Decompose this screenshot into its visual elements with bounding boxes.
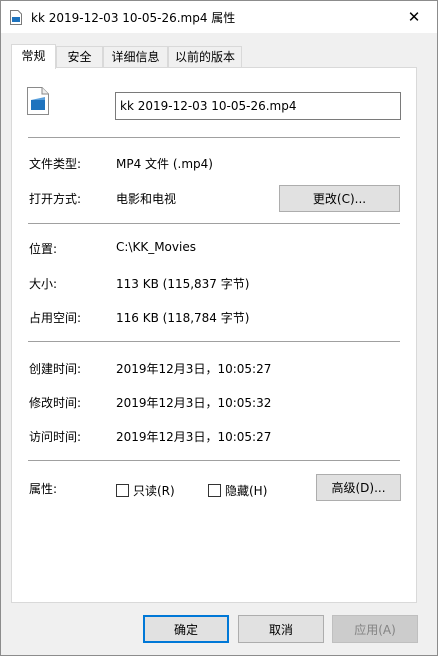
location-label: 位置: [29, 242, 58, 256]
opens-with-label: 打开方式: [29, 192, 82, 206]
divider [28, 137, 400, 138]
window-title: kk 2019-12-03 10-05-26.mp4 属性 [31, 11, 236, 25]
size-value: 113 KB (115,837 字节) [116, 277, 250, 291]
modified-value: 2019年12月3日，10:05:32 [116, 396, 272, 410]
size-on-disk-value: 116 KB (118,784 字节) [116, 311, 250, 325]
created-label: 创建时间: [29, 362, 82, 376]
hidden-label: 隐藏(H) [225, 484, 268, 498]
divider [28, 341, 400, 342]
tab-details[interactable]: 详细信息 [103, 46, 168, 67]
apply-button[interactable]: 应用(A) [332, 615, 418, 643]
modified-label: 修改时间: [29, 396, 82, 410]
size-on-disk-label: 占用空间: [29, 311, 82, 325]
cancel-button[interactable]: 取消 [238, 615, 324, 643]
hidden-checkbox[interactable]: 隐藏(H) [208, 482, 267, 499]
video-file-icon [27, 87, 49, 115]
accessed-value: 2019年12月3日，10:05:27 [116, 430, 272, 444]
tab-previous-versions[interactable]: 以前的版本 [168, 46, 242, 67]
accessed-label: 访问时间: [29, 430, 82, 444]
checkbox-box[interactable] [116, 484, 129, 497]
advanced-button[interactable]: 高级(D)... [316, 474, 401, 501]
tab-security[interactable]: 安全 [56, 46, 103, 67]
close-button[interactable]: ✕ [391, 1, 437, 33]
created-value: 2019年12月3日，10:05:27 [116, 362, 272, 376]
file-name-input[interactable] [115, 92, 401, 120]
size-label: 大小: [29, 277, 58, 291]
title-bar[interactable]: kk 2019-12-03 10-05-26.mp4 属性 ✕ [1, 1, 437, 33]
file-type-value: MP4 文件 (.mp4) [116, 157, 213, 171]
readonly-label: 只读(R) [133, 484, 175, 498]
divider [28, 223, 400, 224]
file-type-label: 文件类型: [29, 157, 82, 171]
tab-general[interactable]: 常规 [11, 44, 56, 69]
location-value: C:\KK_Movies [116, 240, 196, 254]
opens-with-value: 电影和电视 [116, 192, 177, 206]
general-panel [11, 67, 417, 603]
checkbox-box[interactable] [208, 484, 221, 497]
attributes-label: 属性: [29, 482, 58, 496]
change-button[interactable]: 更改(C)... [279, 185, 400, 212]
ok-button[interactable]: 确定 [143, 615, 229, 643]
readonly-checkbox[interactable]: 只读(R) [116, 482, 175, 499]
divider [28, 460, 400, 461]
close-icon: ✕ [407, 8, 421, 26]
properties-dialog: kk 2019-12-03 10-05-26.mp4 属性 ✕ 常规 安全 详细… [0, 0, 438, 656]
video-file-icon [10, 10, 22, 25]
